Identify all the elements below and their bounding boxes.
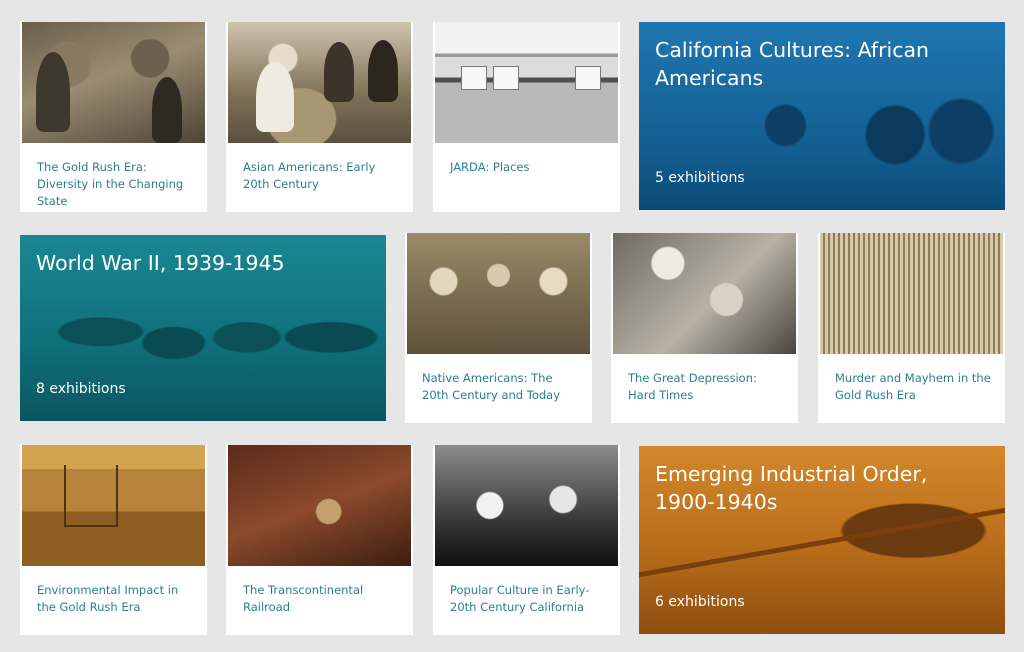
photo-thumbnail (435, 22, 618, 143)
card-jarda-places[interactable]: JARDA: Places (433, 22, 620, 212)
card-transcontinental-railroad[interactable]: The Transcontinental Railroad (226, 445, 413, 635)
card-asian-americans[interactable]: Asian Americans: Early 20th Century (226, 22, 413, 212)
feature-african-americans[interactable]: California Cultures: African Americans 5… (639, 22, 1005, 210)
card-caption: The Gold Rush Era: Diversity in the Chan… (37, 160, 184, 208)
feature-title: California Cultures: African Americans (655, 38, 930, 90)
card-caption: Native Americans: The 20th Century and T… (422, 371, 561, 402)
photo-thumbnail (228, 22, 411, 143)
card-popular-culture[interactable]: Popular Culture in Early-20th Century Ca… (433, 445, 620, 635)
card-native-americans[interactable]: Native Americans: The 20th Century and T… (405, 233, 592, 423)
card-gold-rush-diversity[interactable]: The Gold Rush Era: Diversity in the Chan… (20, 22, 207, 212)
card-caption: The Great Depression: Hard Times (628, 371, 757, 402)
card-environmental-impact[interactable]: Environmental Impact in the Gold Rush Er… (20, 445, 207, 635)
photo-thumbnail (228, 445, 411, 566)
card-murder-mayhem[interactable]: Murder and Mayhem in the Gold Rush Era (818, 233, 1005, 423)
feature-count: 8 exhibitions (36, 381, 126, 397)
card-caption: Murder and Mayhem in the Gold Rush Era (835, 371, 991, 402)
photo-thumbnail (407, 233, 590, 354)
feature-world-war-ii[interactable]: World War II, 1939-1945 8 exhibitions (20, 235, 386, 421)
card-caption: Environmental Impact in the Gold Rush Er… (37, 583, 179, 614)
feature-count: 5 exhibitions (655, 170, 745, 186)
card-caption: Asian Americans: Early 20th Century (243, 160, 376, 191)
feature-industrial-order[interactable]: Emerging Industrial Order, 1900-1940s 6 … (639, 446, 1005, 634)
photo-thumbnail (22, 445, 205, 566)
feature-title: World War II, 1939-1945 (36, 251, 285, 275)
card-caption: Popular Culture in Early-20th Century Ca… (450, 583, 590, 614)
photo-thumbnail (22, 22, 205, 143)
card-great-depression[interactable]: The Great Depression: Hard Times (611, 233, 798, 423)
photo-thumbnail (613, 233, 796, 354)
photo-thumbnail (820, 233, 1003, 354)
photo-thumbnail (435, 445, 618, 566)
card-caption: JARDA: Places (450, 160, 530, 174)
feature-count: 6 exhibitions (655, 594, 745, 610)
card-caption: The Transcontinental Railroad (243, 583, 364, 614)
feature-title: Emerging Industrial Order, 1900-1940s (655, 462, 928, 514)
